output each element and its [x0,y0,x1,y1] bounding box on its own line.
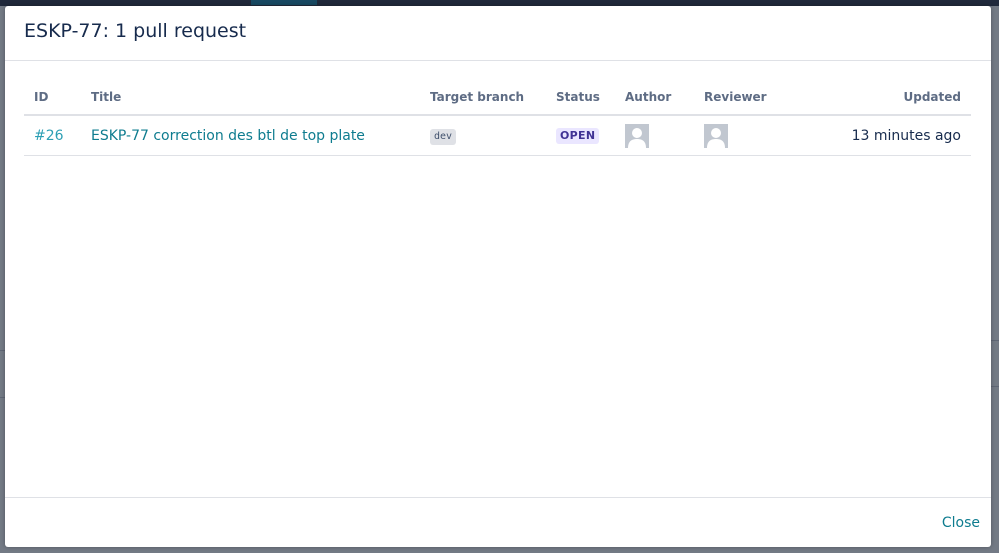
dialog-body: ID Title Target branch Status Author Rev… [24,80,971,156]
pr-title-cell: ESKP-77 correction des btl de top plate [81,115,420,156]
pr-title-link[interactable]: ESKP-77 correction des btl de top plate [91,128,365,144]
table-row: #26 ESKP-77 correction des btl de top pl… [24,115,971,156]
column-header-target-branch: Target branch [420,80,546,116]
pull-requests-dialog: ESKP-77: 1 pull request ID Title Target … [5,6,991,547]
target-branch-badge: dev [430,128,457,145]
column-header-updated: Updated [804,80,971,116]
updated-cell: 13 minutes ago [804,115,971,156]
author-avatar[interactable] [625,123,649,148]
table-header-row: ID Title Target branch Status Author Rev… [24,80,971,116]
reviewer-cell [694,115,804,156]
target-branch-cell: dev [420,115,546,156]
column-header-id: ID [24,80,81,116]
pull-request-table: ID Title Target branch Status Author Rev… [24,80,971,156]
column-header-title: Title [81,80,420,116]
status-badge: OPEN [556,128,600,144]
author-cell [615,115,694,156]
default-user-avatar-icon [704,123,728,148]
dialog-footer: Close [5,497,991,547]
column-header-reviewer: Reviewer [694,80,804,116]
column-header-status: Status [546,80,615,116]
status-cell: OPEN [546,115,615,156]
close-button[interactable]: Close [942,515,980,531]
pr-id-cell: #26 [24,115,81,156]
dialog-header: ESKP-77: 1 pull request [5,6,991,61]
pr-id-link[interactable]: #26 [34,128,64,144]
column-header-author: Author [615,80,694,116]
dialog-title: ESKP-77: 1 pull request [24,20,247,42]
default-user-avatar-icon [625,123,649,148]
reviewer-avatar[interactable] [704,123,728,148]
